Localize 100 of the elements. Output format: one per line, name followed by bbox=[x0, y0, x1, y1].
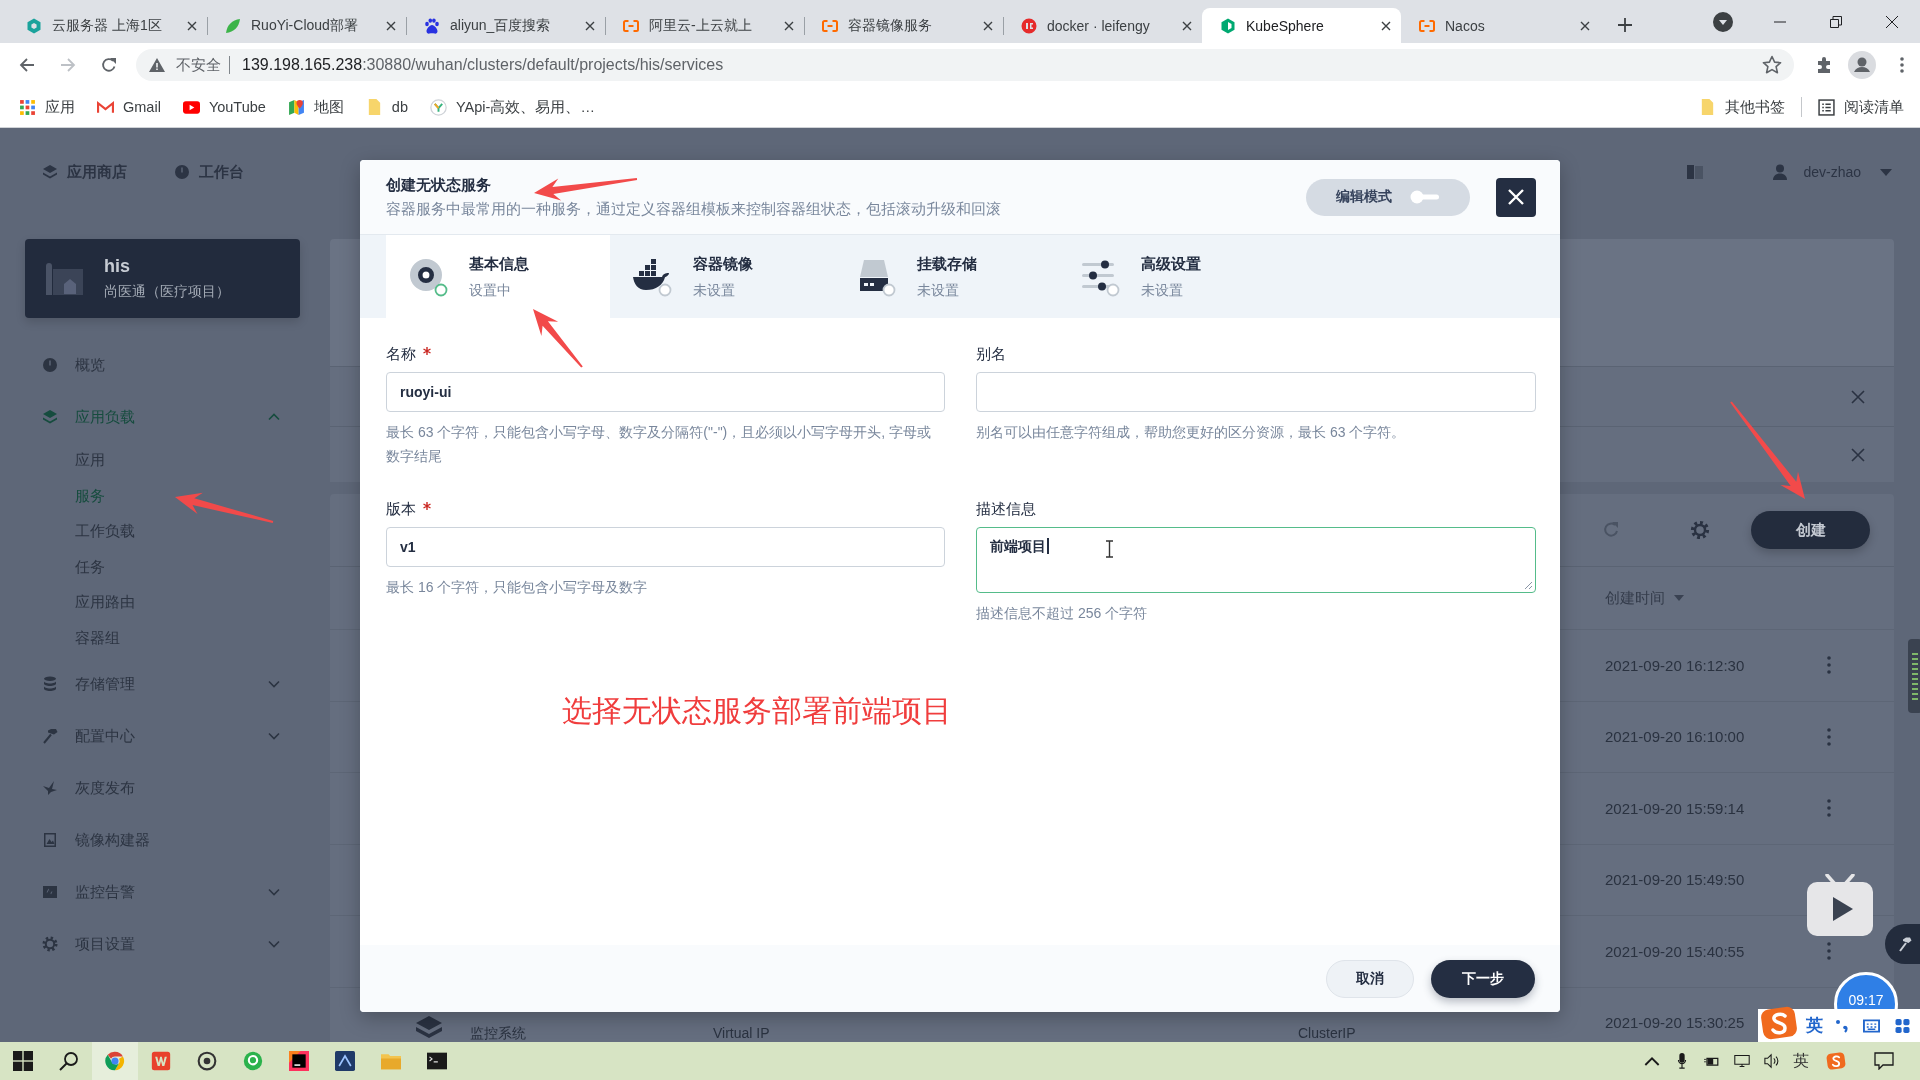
close-icon[interactable] bbox=[386, 20, 396, 31]
close-icon[interactable] bbox=[1182, 20, 1192, 31]
address-bar[interactable]: 不安全 139.198.165.238:30880/wuhan/clusters/default/projects/his/services bbox=[136, 49, 1794, 81]
text-field[interactable] bbox=[976, 372, 1536, 412]
hexagon-icon bbox=[26, 17, 42, 34]
ime-mode-button[interactable]: 英 bbox=[1806, 1014, 1823, 1037]
browser-tab[interactable]: RuoYi-Cloud部署 bbox=[207, 8, 406, 43]
close-icon[interactable] bbox=[784, 20, 794, 31]
logo-icon[interactable] bbox=[1826, 1052, 1846, 1070]
service-description: 监控系统 bbox=[470, 1024, 526, 1042]
notification-icon[interactable] bbox=[1874, 1052, 1894, 1070]
close-icon[interactable] bbox=[585, 20, 595, 31]
more-icon[interactable] bbox=[1827, 942, 1831, 961]
ring-logo-icon[interactable] bbox=[243, 1051, 263, 1071]
close-icon[interactable] bbox=[1886, 15, 1898, 28]
text-cursor-icon bbox=[1105, 540, 1114, 558]
field-label: 描述信息 bbox=[976, 499, 1036, 519]
whale-icon bbox=[632, 256, 672, 297]
more-icon[interactable] bbox=[1827, 727, 1831, 746]
created-time: 2021-09-20 15:49:50 bbox=[1605, 871, 1745, 889]
menu-icon[interactable] bbox=[1900, 57, 1904, 73]
tricolor-wheel-icon[interactable] bbox=[105, 1051, 125, 1071]
text-field[interactable]: v1 bbox=[386, 527, 945, 567]
windows-icon[interactable] bbox=[13, 1051, 33, 1071]
browser-tab[interactable]: 云服务器 上海1区 bbox=[8, 8, 207, 43]
edit-mode-button[interactable]: 编辑模式 bbox=[1306, 178, 1470, 216]
close-icon[interactable] bbox=[983, 20, 993, 31]
browser-tab[interactable]: aliyun_百度搜索 bbox=[406, 8, 605, 43]
project-card[interactable]: his 尚医通（医疗项目） bbox=[25, 239, 300, 318]
settings-icon[interactable] bbox=[1690, 520, 1710, 540]
bookmark-item[interactable]: 地图 bbox=[287, 97, 344, 117]
bookmark-item[interactable]: 应用 bbox=[19, 97, 75, 117]
round-logo-icon[interactable] bbox=[197, 1051, 217, 1071]
keyboard-icon[interactable] bbox=[1863, 1018, 1880, 1033]
close-icon bbox=[1508, 189, 1524, 205]
paw-icon bbox=[424, 17, 440, 34]
project-description: 尚医通（医疗项目） bbox=[104, 283, 230, 301]
security-chip[interactable]: 不安全 bbox=[149, 55, 221, 75]
toggle-switch[interactable] bbox=[1410, 190, 1440, 204]
reload-icon[interactable] bbox=[101, 57, 117, 73]
plus-icon[interactable] bbox=[1618, 18, 1632, 32]
description-field[interactable]: 前端项目 bbox=[976, 527, 1536, 593]
bracket-icon bbox=[623, 17, 639, 34]
field-label: 名称 bbox=[386, 344, 416, 364]
hexagon-icon bbox=[1220, 17, 1236, 34]
grid-icon[interactable] bbox=[1894, 1018, 1911, 1033]
bookmark-folder[interactable]: 其他书签 bbox=[1699, 97, 1785, 117]
database-icon bbox=[42, 676, 58, 692]
step-tab[interactable]: 基本信息 设置中 bbox=[386, 235, 610, 318]
bird-icon bbox=[42, 780, 58, 796]
create-button[interactable]: 创建 bbox=[1751, 511, 1870, 549]
step-tab[interactable]: 高级设置 未设置 bbox=[1058, 235, 1282, 318]
square-logo-icon[interactable] bbox=[289, 1051, 309, 1071]
more-icon[interactable] bbox=[1827, 799, 1831, 818]
more-icon[interactable] bbox=[1827, 656, 1831, 675]
logo-icon[interactable] bbox=[1760, 1005, 1798, 1040]
bookmark-item[interactable]: db bbox=[365, 98, 408, 116]
restore-icon[interactable] bbox=[1830, 15, 1842, 28]
browser-tab[interactable]: Nacos bbox=[1401, 8, 1600, 43]
browser-tab[interactable]: docker · leifengy bbox=[1003, 8, 1202, 43]
close-button[interactable] bbox=[1496, 177, 1536, 217]
profile-avatar-icon[interactable] bbox=[1848, 51, 1876, 79]
bookmark-item[interactable]: YApi-高效、易用、… bbox=[430, 97, 595, 117]
resize-grip-icon[interactable] bbox=[1523, 580, 1533, 590]
bookmark-item[interactable]: Gmail bbox=[97, 98, 161, 116]
monitor-icon[interactable] bbox=[1734, 1053, 1750, 1069]
created-time: 2021-09-20 15:30:25 bbox=[1605, 1014, 1745, 1032]
star-icon[interactable] bbox=[1762, 55, 1782, 75]
browser-tab[interactable]: 容器镜像服务 bbox=[804, 8, 1003, 43]
cancel-button[interactable]: 取消 bbox=[1326, 959, 1414, 998]
caret-down-icon bbox=[1674, 595, 1684, 601]
folder-icon bbox=[1699, 98, 1716, 116]
search-icon[interactable] bbox=[59, 1051, 79, 1071]
speaker-icon[interactable] bbox=[1764, 1053, 1780, 1069]
level-meter-icon bbox=[1908, 639, 1920, 713]
settings-icon bbox=[42, 936, 58, 952]
created-time: 2021-09-20 15:40:55 bbox=[1605, 942, 1745, 960]
text-field[interactable]: ruoyi-ui bbox=[386, 372, 945, 412]
field-hint: 最长 16 个字符，只能包含小写字母及数字 bbox=[386, 578, 649, 597]
close-icon[interactable] bbox=[1580, 20, 1590, 31]
next-button[interactable]: 下一步 bbox=[1431, 959, 1535, 998]
tv-play-icon[interactable] bbox=[1807, 874, 1873, 936]
pulse-monitor-icon bbox=[42, 884, 58, 900]
annotation-arrow bbox=[533, 309, 583, 368]
bookmark-item[interactable]: YouTube bbox=[182, 98, 266, 116]
back-arrow-icon[interactable] bbox=[19, 57, 35, 73]
browser-tab[interactable]: 阿里云-上云就上 bbox=[605, 8, 804, 43]
browser-tab[interactable]: KubeSphere bbox=[1202, 8, 1401, 43]
input-method-indicator[interactable]: 英 bbox=[1793, 1050, 1809, 1072]
caret-down-icon[interactable] bbox=[1713, 11, 1733, 32]
disc-icon bbox=[408, 256, 448, 297]
terminal-icon[interactable] bbox=[427, 1051, 447, 1071]
close-icon[interactable] bbox=[187, 20, 197, 31]
reading-list-button[interactable]: 阅读清单 bbox=[1818, 97, 1904, 117]
step-tab[interactable]: 容器镜像 未设置 bbox=[610, 235, 834, 318]
punctuation-icon[interactable] bbox=[1835, 1018, 1849, 1033]
close-icon[interactable] bbox=[1381, 20, 1391, 31]
step-tab[interactable]: 挂载存储 未设置 bbox=[834, 235, 1058, 318]
tile-logo-icon[interactable] bbox=[335, 1051, 355, 1071]
zigzag-tile-icon[interactable] bbox=[151, 1051, 171, 1071]
